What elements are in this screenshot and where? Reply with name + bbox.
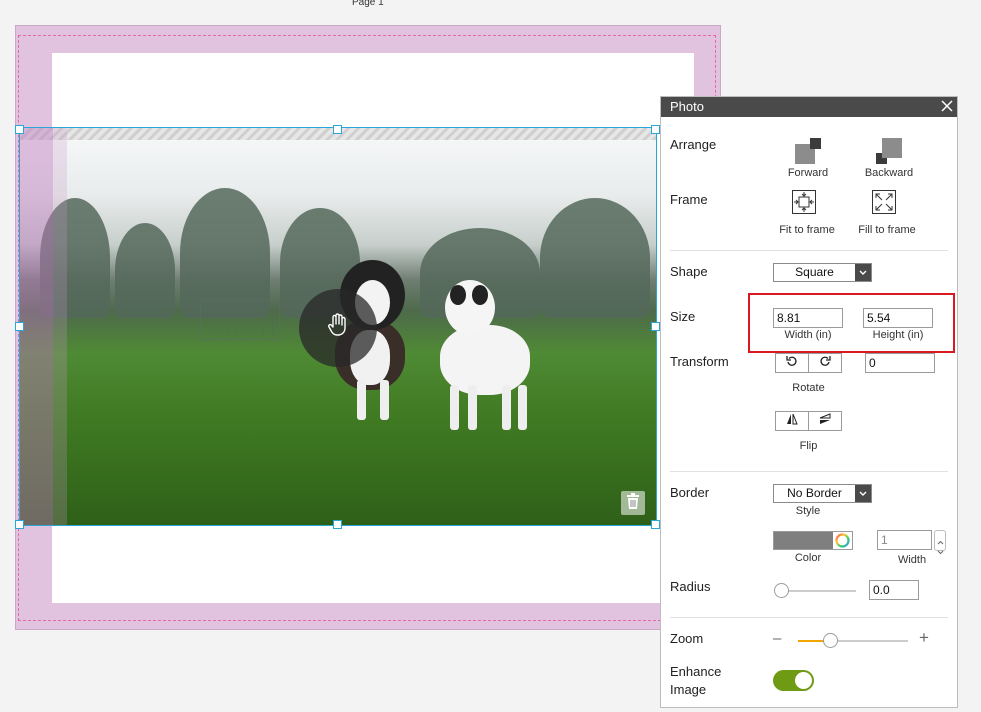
page-label: Page 1 (352, 0, 384, 8)
chevron-down-icon (855, 485, 871, 502)
rotate-left-button[interactable] (775, 353, 809, 373)
border-style-select[interactable]: No Border (773, 484, 872, 503)
radius-slider-thumb[interactable] (774, 583, 789, 598)
rotate-right-icon (819, 354, 831, 372)
close-icon (941, 99, 953, 115)
fit-to-frame-button[interactable] (792, 190, 816, 214)
fit-to-frame-icon (792, 190, 816, 218)
border-color-swatch (774, 532, 833, 549)
toggle-knob (795, 672, 812, 689)
fence (200, 300, 280, 340)
rotate-label: Rotate (792, 382, 825, 394)
resize-handle-bottom-left[interactable] (15, 520, 24, 529)
zoom-label: Zoom (670, 631, 704, 646)
border-width-stepper[interactable] (934, 530, 946, 555)
flip-vertical-button[interactable] (808, 411, 842, 431)
zoom-slider-thumb[interactable] (822, 633, 838, 648)
delete-photo-button[interactable] (621, 491, 645, 515)
chevron-down-icon (855, 264, 871, 281)
enhance-image-label: Enhance Image (670, 663, 721, 699)
resize-handle-bottom-right[interactable] (651, 520, 660, 529)
bring-forward-button[interactable] (795, 138, 821, 164)
resize-handle-right[interactable] (651, 322, 660, 331)
pan-photo-handle[interactable] (299, 289, 377, 367)
border-width-input[interactable]: 1 (877, 530, 932, 550)
page-margin-overlay (20, 128, 53, 525)
tree (115, 223, 175, 318)
frame-label: Frame (670, 192, 708, 207)
transform-label: Transform (670, 354, 729, 369)
close-panel-button[interactable] (937, 97, 957, 117)
resize-handle-left[interactable] (15, 322, 24, 331)
tree (180, 188, 270, 318)
shape-label: Shape (670, 264, 708, 279)
enhance-image-toggle[interactable] (773, 670, 814, 691)
color-wheel-icon (835, 533, 850, 553)
fill-to-frame-icon (872, 190, 896, 218)
panel-header: Photo (661, 97, 957, 117)
size-highlight-box (748, 293, 955, 353)
radius-input[interactable]: 0.0 (869, 580, 919, 600)
border-label: Border (670, 485, 710, 500)
enhance-label-line2: Image (670, 682, 707, 697)
resize-handle-top-right[interactable] (651, 125, 660, 134)
flip-label: Flip (799, 440, 818, 452)
resize-handle-top[interactable] (333, 125, 342, 134)
flip-horizontal-icon (786, 412, 798, 430)
enhance-label-line1: Enhance (670, 664, 722, 679)
trash-icon (626, 492, 640, 514)
panel-title: Photo (670, 99, 704, 114)
style-label: Style (795, 505, 821, 517)
radius-label: Radius (670, 579, 711, 594)
flip-vertical-icon (819, 412, 831, 430)
border-color-picker[interactable] (773, 531, 853, 550)
shape-select[interactable]: Square (773, 263, 872, 282)
fill-to-frame-button[interactable] (872, 190, 896, 214)
divider (670, 617, 948, 618)
fill-to-frame-label: Fill to frame (858, 224, 916, 236)
arrange-label: Arrange (670, 137, 717, 152)
resize-handle-bottom[interactable] (333, 520, 342, 529)
zoom-slider-track[interactable] (798, 640, 908, 642)
send-backward-button[interactable] (876, 138, 902, 164)
send-backward-icon (876, 138, 902, 168)
rotate-left-icon (786, 354, 798, 372)
fit-to-frame-label: Fit to frame (779, 224, 835, 236)
rotate-right-button[interactable] (808, 353, 842, 373)
resize-handle-top-left[interactable] (15, 125, 24, 134)
zoom-out-button[interactable]: – (773, 630, 781, 647)
rotate-angle-input[interactable]: 0 (865, 353, 935, 373)
hand-icon (327, 312, 349, 344)
shape-select-value: Square (795, 265, 834, 279)
page-margin-overlay (53, 128, 67, 525)
radius-slider-track[interactable] (778, 590, 856, 592)
forward-label: Forward (787, 167, 829, 179)
zoom-in-button[interactable]: + (919, 628, 929, 648)
backward-label: Backward (864, 167, 914, 179)
tree (540, 198, 650, 318)
color-label: Color (794, 552, 822, 564)
divider (670, 471, 948, 472)
flip-horizontal-button[interactable] (775, 411, 809, 431)
border-width-label: Width (897, 554, 927, 566)
bring-forward-icon (795, 138, 821, 168)
border-style-value: No Border (787, 486, 842, 500)
divider (670, 250, 948, 251)
size-label: Size (670, 309, 696, 324)
